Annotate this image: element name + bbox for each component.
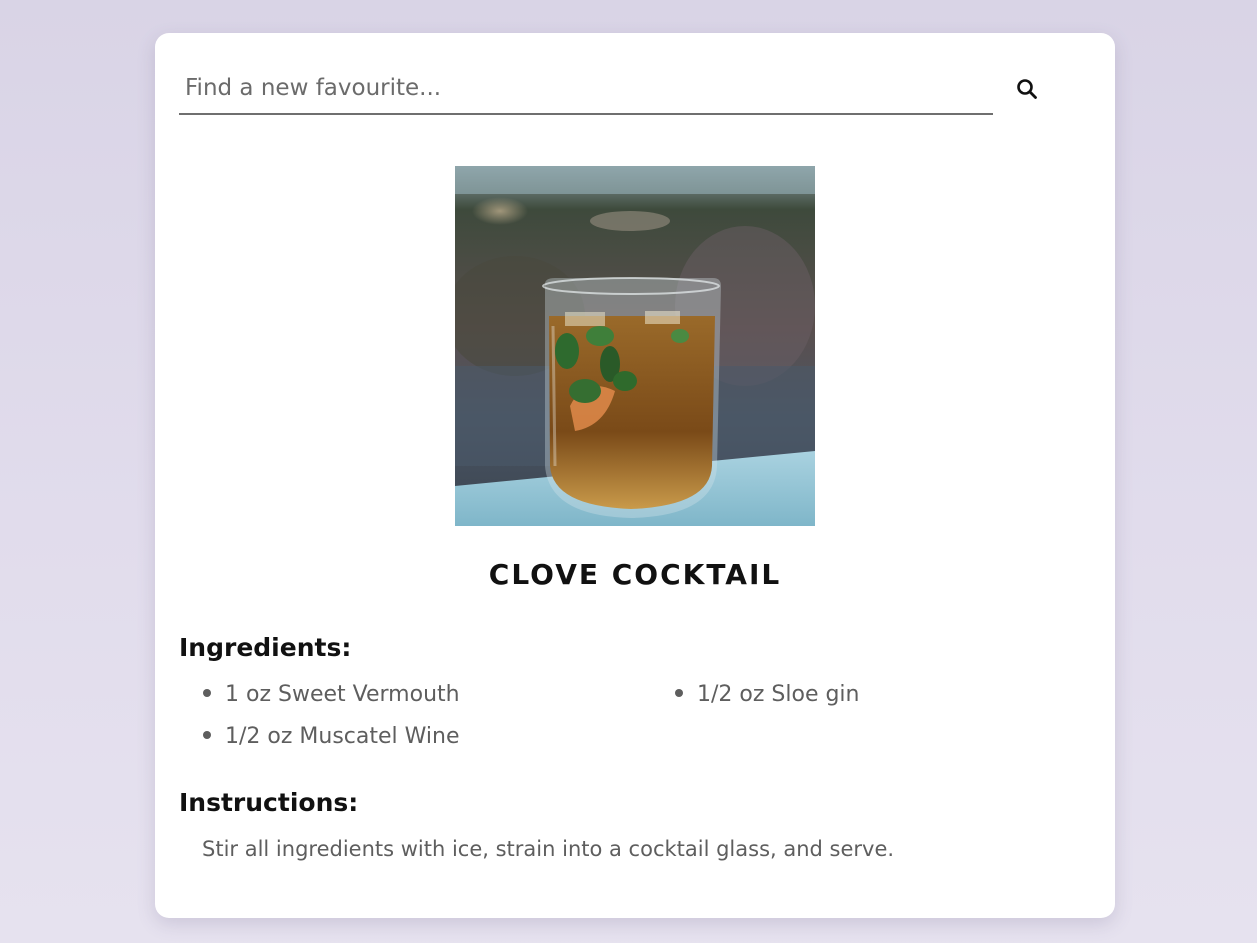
search-button[interactable] [1011,73,1043,105]
list-item: 1/2 oz Muscatel Wine [203,724,460,749]
search-input[interactable] [179,63,993,115]
search-bar [179,63,1069,119]
drink-title: CLOVE COCKTAIL [488,558,782,591]
bullet-icon [675,689,683,697]
ingredient-label: 1 oz Sweet Vermouth [225,682,460,707]
instructions-heading: Instructions: [179,788,359,817]
ingredient-label: 1/2 oz Muscatel Wine [225,724,460,749]
list-item: 1 oz Sweet Vermouth [203,682,460,707]
search-icon [1017,79,1037,99]
cocktail-card: CLOVE COCKTAIL Ingredients: 1 oz Sweet V… [155,33,1115,918]
cocktail-image [455,166,815,526]
bullet-icon [203,731,211,739]
bullet-icon [203,689,211,697]
instructions-text: Stir all ingredients with ice, strain in… [202,837,895,861]
list-item: 1/2 oz Sloe gin [675,682,860,707]
ingredients-heading: Ingredients: [179,633,352,662]
ingredient-label: 1/2 oz Sloe gin [697,682,860,707]
